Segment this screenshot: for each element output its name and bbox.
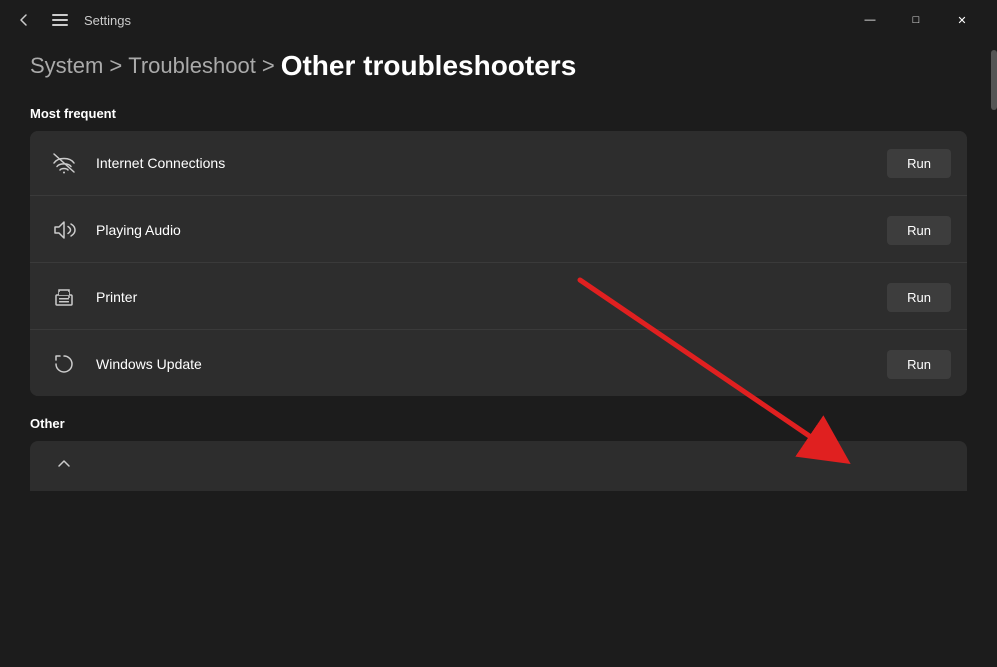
playing-audio-icon xyxy=(46,212,82,248)
other-item-icon xyxy=(46,448,82,484)
main-content: System > Troubleshoot > Other troublesho… xyxy=(0,40,997,501)
breadcrumb: System > Troubleshoot > Other troublesho… xyxy=(30,50,967,82)
printer-run-button[interactable]: Run xyxy=(887,283,951,312)
hamburger-icon xyxy=(52,14,68,26)
back-button[interactable] xyxy=(12,8,36,32)
internet-connections-icon xyxy=(46,145,82,181)
maximize-button[interactable]: □ xyxy=(893,4,939,36)
printer-icon xyxy=(46,279,82,315)
playing-audio-run-button[interactable]: Run xyxy=(887,216,951,245)
window-title: Settings xyxy=(84,13,131,28)
list-item: Windows Update Run xyxy=(30,332,967,396)
printer-label: Printer xyxy=(96,289,887,305)
playing-audio-label: Playing Audio xyxy=(96,222,887,238)
hamburger-menu-button[interactable] xyxy=(48,8,72,32)
internet-connections-run-button[interactable]: Run xyxy=(887,149,951,178)
title-bar: Settings — □ ✕ xyxy=(0,0,997,40)
breadcrumb-system[interactable]: System xyxy=(30,53,103,79)
list-item: Internet Connections Run xyxy=(30,131,967,196)
breadcrumb-current: Other troubleshooters xyxy=(281,50,577,82)
list-item: Printer Run xyxy=(30,265,967,330)
other-item-partial xyxy=(30,441,967,491)
close-button[interactable]: ✕ xyxy=(939,4,985,36)
breadcrumb-separator-2: > xyxy=(262,53,275,79)
internet-connections-label: Internet Connections xyxy=(96,155,887,171)
breadcrumb-separator-1: > xyxy=(109,53,122,79)
list-item: Playing Audio Run xyxy=(30,198,967,263)
most-frequent-label: Most frequent xyxy=(30,106,967,121)
other-label: Other xyxy=(30,416,967,431)
other-section: Other xyxy=(30,416,967,491)
title-bar-left: Settings xyxy=(12,8,131,32)
minimize-button[interactable]: — xyxy=(847,4,893,36)
most-frequent-list: Internet Connections Run Playing Audio R… xyxy=(30,131,967,396)
window-controls: — □ ✕ xyxy=(847,4,985,36)
windows-update-label: Windows Update xyxy=(96,356,887,372)
scrollbar-thumb[interactable] xyxy=(991,50,997,110)
breadcrumb-troubleshoot[interactable]: Troubleshoot xyxy=(128,53,256,79)
windows-update-run-button[interactable]: Run xyxy=(887,350,951,379)
windows-update-icon xyxy=(46,346,82,382)
scrollbar-track[interactable] xyxy=(991,40,997,667)
